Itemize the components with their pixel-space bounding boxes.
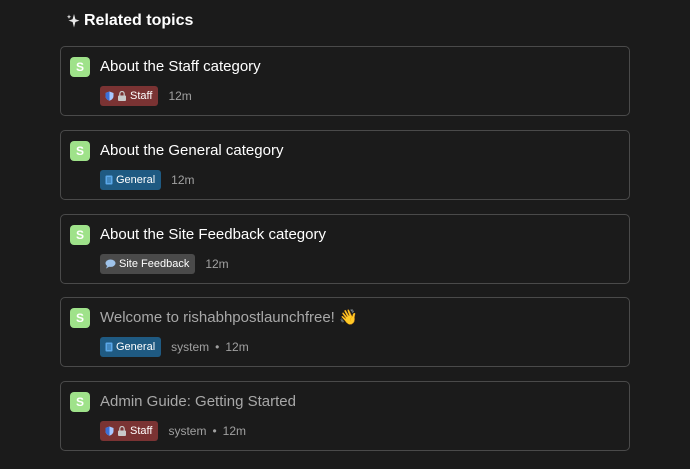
topic-age[interactable]: 12m — [225, 340, 248, 354]
avatar[interactable]: S — [70, 141, 90, 161]
lock-icon — [118, 426, 126, 436]
category-label: General — [116, 174, 156, 186]
topic-age[interactable]: 12m — [223, 424, 246, 438]
topic-meta: General system • 12m — [100, 337, 249, 357]
category-label: Staff — [130, 90, 153, 102]
lock-icon — [118, 91, 126, 101]
category-label: Site Feedback — [119, 258, 190, 270]
topic-card[interactable]: S About the Site Feedback category Site … — [60, 214, 630, 284]
avatar[interactable]: S — [70, 392, 90, 412]
topic-title[interactable]: About the Site Feedback category — [100, 225, 326, 245]
topic-author[interactable]: system — [168, 424, 206, 438]
file-icon — [105, 342, 113, 352]
category-label: General — [116, 341, 156, 353]
separator-dot: • — [215, 340, 220, 354]
category-badge-staff[interactable]: Staff — [100, 86, 159, 106]
related-topics-heading: Related topics — [66, 11, 193, 31]
topic-age[interactable]: 12m — [171, 173, 194, 187]
topic-title[interactable]: About the Staff category — [100, 57, 261, 77]
shield-icon — [105, 91, 114, 101]
topic-title[interactable]: Admin Guide: Getting Started — [100, 392, 296, 412]
topic-title[interactable]: About the General category — [100, 141, 283, 161]
category-label: Staff — [130, 425, 153, 437]
topic-meta: Site Feedback 12m — [100, 254, 229, 274]
topic-card[interactable]: S About the Staff category Staff 12m — [60, 46, 630, 116]
category-badge-general[interactable]: General — [100, 170, 162, 190]
topic-meta: General 12m — [100, 170, 194, 190]
topic-age[interactable]: 12m — [205, 257, 228, 271]
separator-dot: • — [212, 424, 217, 438]
topic-title[interactable]: Welcome to rishabhpostlaunchfree! 👋 — [100, 308, 358, 328]
heading-text: Related topics — [84, 12, 194, 29]
wave-emoji: 👋 — [339, 309, 358, 326]
topic-card[interactable]: S About the General category General 12m — [60, 130, 630, 200]
avatar[interactable]: S — [70, 225, 90, 245]
category-badge-staff[interactable]: Staff — [100, 421, 159, 441]
topic-age[interactable]: 12m — [168, 89, 191, 103]
category-badge-site-feedback[interactable]: Site Feedback — [100, 254, 196, 274]
category-badge-general[interactable]: General — [100, 337, 162, 357]
topic-meta: Staff 12m — [100, 86, 192, 106]
avatar[interactable]: S — [70, 57, 90, 77]
comment-icon — [105, 259, 116, 269]
related-topics-section: Related topics S About the Staff categor… — [0, 0, 690, 469]
topic-card[interactable]: S Admin Guide: Getting Started Staff sys… — [60, 381, 630, 451]
topic-card[interactable]: S Welcome to rishabhpostlaunchfree! 👋 Ge… — [60, 297, 630, 367]
topic-author[interactable]: system — [171, 340, 209, 354]
topic-meta: Staff system • 12m — [100, 421, 246, 441]
sparkle-icon — [66, 14, 80, 28]
file-icon — [105, 175, 113, 185]
shield-icon — [105, 426, 114, 436]
avatar[interactable]: S — [70, 308, 90, 328]
